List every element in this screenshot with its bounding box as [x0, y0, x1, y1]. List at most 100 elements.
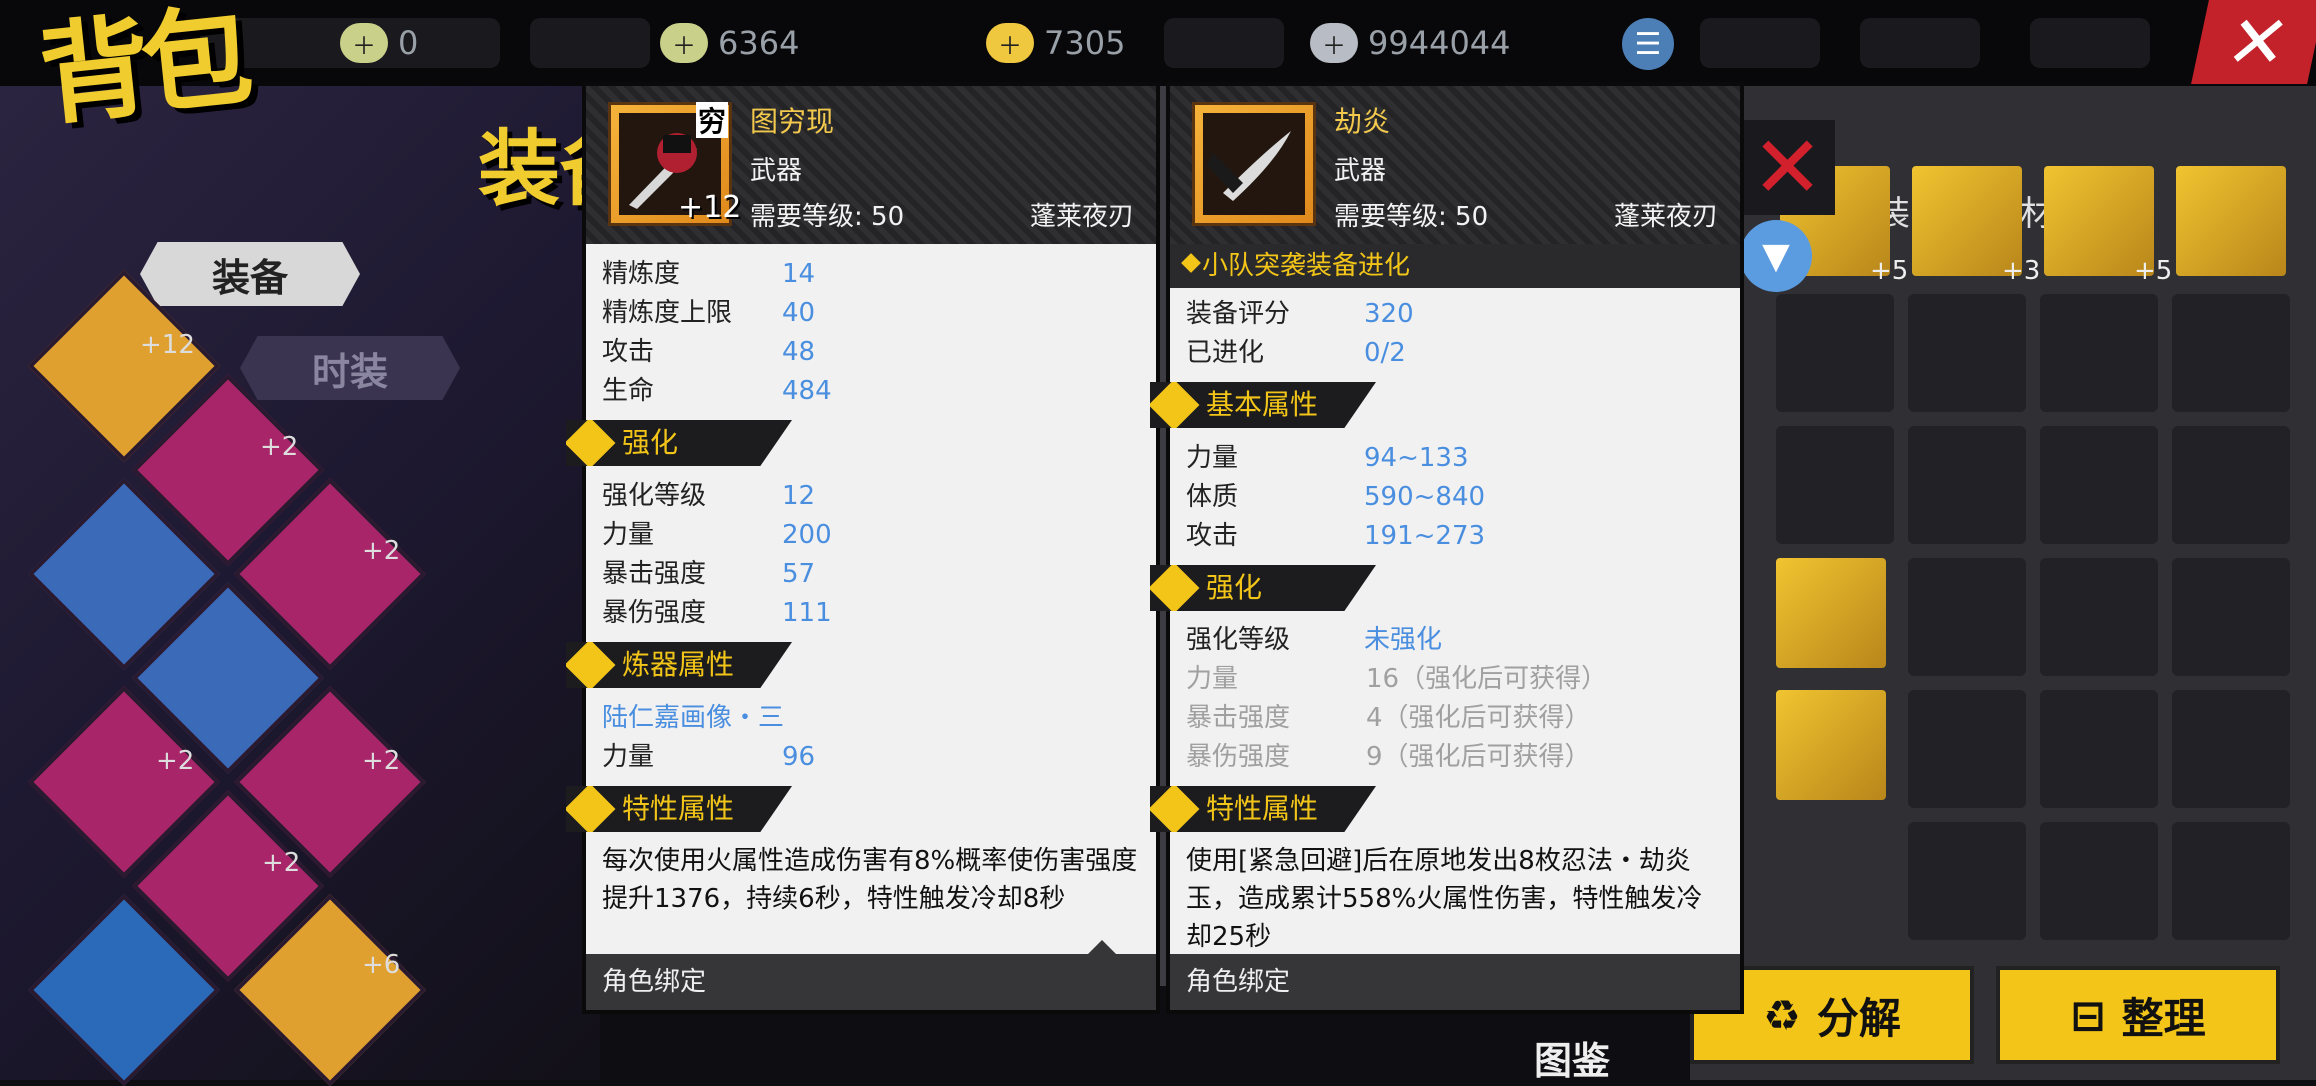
currency-cash: ＋ 6364: [660, 18, 799, 68]
inventory-cell[interactable]: [1776, 294, 1894, 412]
currency-slot: [1860, 18, 1980, 68]
item-name: 图穷现: [750, 105, 835, 138]
inventory-cell[interactable]: [1776, 426, 1894, 544]
tooltip-header: 劫炎 武器 需要等级: 50 蓬莱夜刃: [1170, 86, 1740, 244]
stat-value-locked: 4（强化后可获得）: [1366, 703, 1591, 733]
name-tag-badge: 穷: [696, 102, 728, 138]
chevron-down-icon[interactable]: ▼: [1740, 220, 1812, 292]
close-bag-button[interactable]: ✕: [2191, 0, 2316, 84]
stat-value: 94~133: [1364, 443, 1469, 473]
item-level-badge: +5: [1870, 256, 1909, 286]
section-base: 基本属性: [1150, 382, 1376, 428]
slot-level-badge: +2: [362, 746, 401, 776]
inventory-cell[interactable]: [1908, 426, 2026, 544]
stat-label: 生命: [602, 376, 655, 406]
stat-label: 攻击: [1186, 521, 1239, 551]
banknote-icon: ＋: [660, 23, 708, 63]
level-requirement: 需要等级: 50: [750, 202, 905, 232]
level-requirement: 需要等级: 50: [1334, 202, 1489, 232]
stat-value: 590~840: [1364, 482, 1486, 512]
caret-up-icon: [1088, 940, 1116, 954]
inventory-cell[interactable]: [2172, 690, 2290, 808]
section-trait: 特性属性: [566, 786, 792, 832]
organize-button[interactable]: ⊟ 整理: [1996, 966, 2280, 1064]
stat-value: 0/2: [1364, 338, 1406, 368]
stat-value: 40: [782, 298, 816, 328]
inventory-cell[interactable]: [2040, 426, 2158, 544]
section-enhance: 强化: [1150, 565, 1376, 611]
inventory-cell[interactable]: [1908, 558, 2026, 676]
item-type: 武器: [750, 156, 803, 186]
stat-value: 320: [1364, 299, 1414, 329]
slot-level-badge: +12: [140, 330, 195, 360]
stat-label: 力量: [602, 520, 655, 550]
stat-label: 强化等级: [602, 481, 707, 511]
binding-footer: 角色绑定: [586, 954, 1156, 1010]
stat-value: 12: [782, 481, 816, 511]
currency-slot: [1164, 18, 1284, 68]
inventory-cell[interactable]: [2172, 426, 2290, 544]
item-tooltip-compare: 劫炎 武器 需要等级: 50 蓬莱夜刃 小队突袭装备进化 装备评分 320 已进…: [1150, 86, 1740, 1010]
stat-label: 暴伤强度: [602, 598, 707, 628]
silver-coin-icon: ＋: [1310, 23, 1358, 63]
slot-level-badge: +2: [260, 432, 299, 462]
stat-label: 强化等级: [1186, 625, 1291, 655]
stat-value: 484: [782, 376, 832, 406]
stat-label: 体质: [1186, 482, 1239, 512]
stat-label: 力量: [1186, 443, 1239, 473]
recycle-icon: ♻: [1763, 990, 1801, 1040]
binding-footer: 角色绑定: [1170, 954, 1740, 1010]
tooltip-header: 穷 +12 图穷现 武器 需要等级: 50 蓬莱夜刃: [586, 86, 1156, 244]
inventory-cell[interactable]: [2040, 558, 2158, 676]
gold-coin-icon: ＋: [986, 23, 1034, 63]
inventory-item[interactable]: [1776, 690, 1886, 800]
star-icon: [566, 786, 616, 832]
weapon-icon: [1192, 102, 1316, 226]
inventory-cell[interactable]: [1908, 690, 2026, 808]
section-trait: 特性属性: [1150, 786, 1376, 832]
enhance-badge: +12: [678, 190, 742, 225]
stat-label: 精炼度上限: [602, 298, 733, 328]
section-refine: 炼器属性: [566, 642, 792, 688]
inventory-cell[interactable]: [2040, 294, 2158, 412]
stat-value: 200: [782, 520, 832, 550]
section-enhance: 强化: [566, 420, 792, 466]
stat-label: 暴击强度: [602, 559, 707, 589]
item-type: 武器: [1334, 156, 1387, 186]
inventory-item[interactable]: [2176, 166, 2286, 276]
menu-list-icon[interactable]: ☰: [1622, 18, 1674, 70]
inventory-cell[interactable]: [2040, 690, 2158, 808]
tab-fashion[interactable]: 时装: [240, 336, 460, 400]
currency-slot: [530, 18, 650, 68]
currency-cash-small: ＋ 0: [340, 18, 418, 68]
equipment-slots-panel: 装备 时装 +12 +2 +2 +2 +2 +2 +6: [0, 86, 600, 1086]
close-compare-button[interactable]: ✕: [1740, 118, 1835, 218]
inventory-cell[interactable]: [2172, 822, 2290, 940]
stat-value: 111: [782, 598, 832, 628]
inventory-cell[interactable]: [2040, 822, 2158, 940]
item-set: 蓬莱夜刃: [1613, 202, 1718, 232]
stat-value: 191~273: [1364, 521, 1486, 551]
item-level-badge: +3: [2002, 256, 2041, 286]
blade-icon: [1207, 131, 1291, 201]
inventory-cell[interactable]: [1908, 294, 2026, 412]
inventory-cell[interactable]: [1908, 822, 2026, 940]
inventory-cell[interactable]: [2172, 558, 2290, 676]
stat-value: 14: [782, 259, 816, 289]
stat-label: 装备评分: [1186, 299, 1291, 329]
stat-value: 48: [782, 337, 816, 367]
stat-label-locked: 暴伤强度: [1186, 742, 1291, 772]
tab-equipment[interactable]: 装备: [140, 242, 360, 306]
currency-silver: ＋ 9944044: [1310, 18, 1511, 68]
item-level-badge: +5: [2134, 256, 2173, 286]
tray-icon: ⊟: [2070, 990, 2106, 1040]
item-name: 劫炎: [1334, 105, 1391, 138]
stat-value: 未强化: [1364, 625, 1443, 655]
item-tooltip-equipped: 穷 +12 图穷现 武器 需要等级: 50 蓬莱夜刃 精炼度 14 精炼度上限 …: [566, 86, 1156, 1010]
currency-slot: [2030, 18, 2150, 68]
inventory-item[interactable]: [1776, 558, 1886, 668]
star-icon: [1150, 786, 1200, 832]
inventory-cell[interactable]: [2172, 294, 2290, 412]
atlas-button[interactable]: 图鉴: [1534, 1030, 1610, 1085]
stat-value: 57: [782, 559, 816, 589]
